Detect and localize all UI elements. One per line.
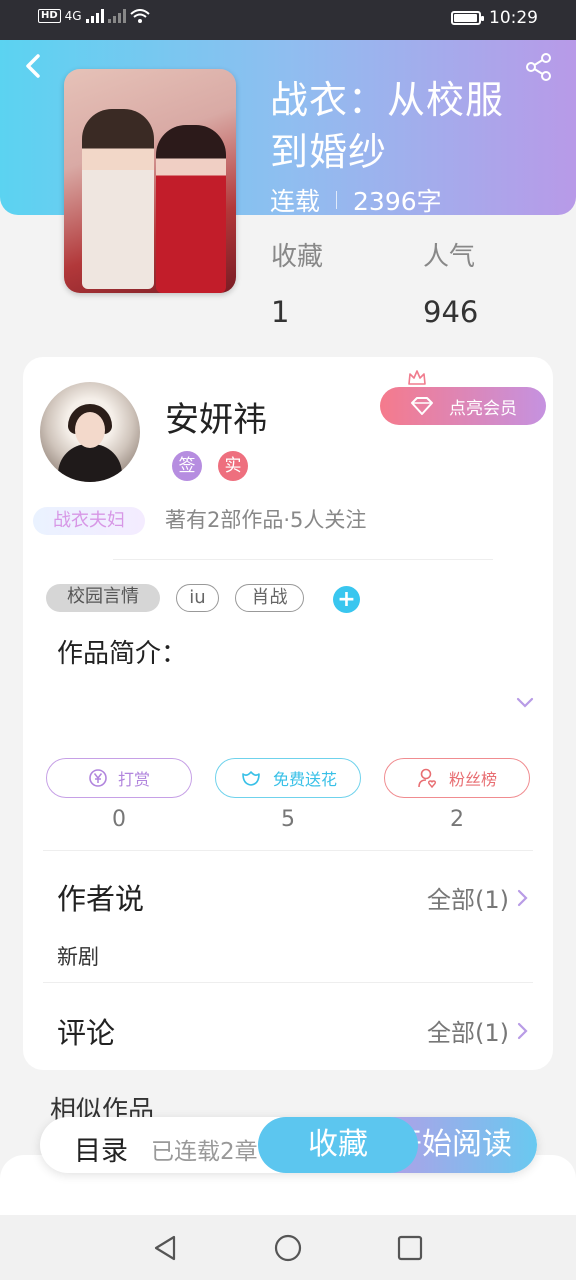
reward-count: 0 bbox=[112, 807, 126, 832]
signed-badge: 签 bbox=[172, 451, 202, 481]
chevron-right-icon bbox=[517, 1022, 528, 1039]
favorite-button[interactable]: 收藏 bbox=[258, 1117, 418, 1173]
author-says-content: 新剧 bbox=[57, 945, 99, 969]
tag-iu[interactable]: iu bbox=[176, 584, 219, 612]
book-meta: 连载 2396字 bbox=[270, 182, 442, 218]
nav-back-icon[interactable] bbox=[150, 1233, 180, 1263]
battery-icon bbox=[451, 11, 484, 25]
signal-icon-2 bbox=[107, 9, 126, 23]
word-count: 2396字 bbox=[353, 187, 442, 216]
hd-indicator: HD bbox=[38, 9, 61, 23]
stat-popularity: 人气 946 bbox=[423, 236, 478, 329]
cover-figure-man bbox=[82, 109, 154, 289]
stat-popularity-value: 946 bbox=[423, 295, 479, 329]
tag-xiaozhan[interactable]: 肖战 bbox=[235, 584, 304, 612]
divider-actions bbox=[43, 850, 533, 851]
add-tag-button[interactable]: + bbox=[333, 586, 360, 613]
reward-label: 打赏 bbox=[117, 770, 150, 789]
author-name[interactable]: 安妍祎 bbox=[165, 392, 267, 441]
book-status: 连载 bbox=[270, 187, 321, 216]
stat-favorites-label: 收藏 bbox=[271, 242, 324, 272]
yen-coin-icon bbox=[89, 769, 107, 787]
battery-fill bbox=[454, 14, 478, 22]
author-says-all-link[interactable]: 全部(1) bbox=[427, 880, 529, 915]
diamond-icon bbox=[411, 397, 433, 415]
status-bar: HD 4G 10:29 bbox=[0, 0, 576, 40]
system-nav-bar bbox=[0, 1215, 576, 1280]
vip-button[interactable]: 点亮会员 bbox=[380, 387, 546, 425]
divider-author bbox=[113, 559, 493, 560]
send-flower-label: 免费送花 bbox=[272, 770, 337, 789]
fan-count: 2 bbox=[450, 807, 464, 832]
flower-icon bbox=[242, 771, 260, 786]
crown-icon bbox=[408, 370, 426, 385]
divider-comments bbox=[43, 982, 533, 983]
status-right: 10:29 bbox=[451, 8, 538, 28]
book-cover[interactable] bbox=[64, 69, 236, 293]
detail-card: 战衣夫妇 安妍祎 签 实 著有2部作品·5人关注 点亮会员 校园言情 iu 肖战… bbox=[23, 357, 553, 1070]
comments-title: 评论 bbox=[57, 1016, 116, 1050]
send-flower-button[interactable]: 免费送花 bbox=[215, 758, 361, 798]
tag-genre[interactable]: 校园言情 bbox=[46, 584, 160, 612]
avatar[interactable] bbox=[40, 382, 140, 482]
stat-favorites: 收藏 1 bbox=[271, 236, 323, 329]
back-button[interactable] bbox=[18, 50, 50, 82]
comments-all-link[interactable]: 全部(1) bbox=[427, 1013, 529, 1048]
wifi-icon bbox=[129, 9, 150, 23]
fan-ranking-button[interactable]: 粉丝榜 bbox=[384, 758, 530, 798]
chevron-down-icon[interactable] bbox=[515, 695, 535, 709]
stat-favorites-value: 1 bbox=[271, 295, 290, 329]
bottom-action-bar: 目录 已连载2章 开始阅读 收藏 bbox=[40, 1117, 537, 1173]
avatar-face bbox=[75, 412, 105, 448]
fan-user-icon bbox=[418, 768, 436, 789]
network-label: 4G bbox=[64, 9, 82, 23]
flower-count: 5 bbox=[281, 807, 295, 832]
author-says-title: 作者说 bbox=[57, 882, 145, 916]
chevron-right-icon bbox=[517, 889, 528, 906]
stat-popularity-label: 人气 bbox=[423, 242, 476, 272]
serial-status: 已连载2章 bbox=[151, 1139, 258, 1165]
signal-icon bbox=[85, 9, 104, 23]
intro-label: 作品简介： bbox=[57, 639, 188, 669]
verified-badge: 实 bbox=[218, 451, 248, 481]
fan-group-badge[interactable]: 战衣夫妇 bbox=[33, 507, 145, 535]
toc-button[interactable]: 目录 bbox=[74, 1129, 128, 1168]
book-title: 战衣：从校服到婚纱 bbox=[270, 78, 505, 174]
clock: 10:29 bbox=[489, 8, 538, 28]
reward-button[interactable]: 打赏 bbox=[46, 758, 192, 798]
meta-divider bbox=[336, 191, 338, 209]
fan-ranking-label: 粉丝榜 bbox=[448, 770, 497, 789]
avatar-dress bbox=[58, 444, 122, 482]
nav-recents-icon[interactable] bbox=[395, 1233, 425, 1263]
share-icon[interactable] bbox=[524, 52, 554, 82]
author-says-all-label: 全部(1) bbox=[427, 886, 509, 914]
nav-home-icon[interactable] bbox=[273, 1233, 303, 1263]
cover-figure-woman bbox=[156, 125, 226, 293]
vip-button-label: 点亮会员 bbox=[449, 398, 517, 419]
author-stats: 著有2部作品·5人关注 bbox=[165, 508, 367, 532]
comments-all-label: 全部(1) bbox=[427, 1019, 509, 1047]
status-left: HD 4G bbox=[38, 9, 150, 23]
